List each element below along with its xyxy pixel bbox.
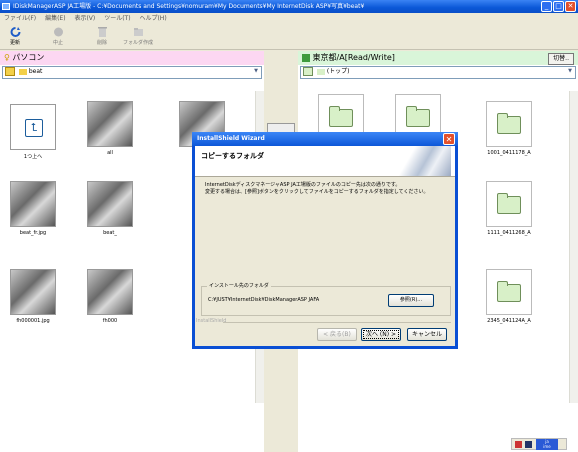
dialog-title: InstallShield Wizard (197, 135, 265, 142)
dialog-close-button[interactable]: ✕ (443, 133, 455, 145)
tray-indicator[interactable]: ja ime (536, 439, 558, 450)
folder-icon (497, 113, 521, 134)
right-folder-item[interactable]: 1001_0411178_A (484, 101, 534, 156)
folder-icon (406, 106, 430, 127)
folder-thumbnail (486, 181, 532, 227)
maximize-button[interactable]: □ (553, 1, 564, 12)
left-path-dropdown[interactable]: beat ▼ (2, 66, 262, 79)
dialog-title-bar: InstallShield Wizard ✕ (192, 132, 458, 146)
photo-thumbnail (87, 181, 133, 227)
folder-icon (329, 106, 353, 127)
destination-group: インストール先のフォルダ C:¥JUST¥InternetDisk¥DiskMa… (201, 282, 451, 316)
photo-thumbnail (10, 181, 56, 227)
right-pane-title: 東京都/A[Read/Write] (312, 53, 395, 62)
next-button[interactable]: 次へ (N) > (361, 328, 401, 341)
new-folder-button[interactable]: フォルダ作成 (118, 26, 158, 46)
dialog-description: InternetDiskディスクマネージャASP JA工場版のファイルのコピー先… (205, 182, 429, 195)
up-folder-icon (5, 67, 15, 76)
stop-icon (53, 27, 63, 37)
right-path-dropdown[interactable]: (トップ) ▼ (300, 66, 576, 79)
server-icon (302, 53, 310, 62)
right-folder-item[interactable]: 2345_041124A_A (484, 269, 534, 324)
footer-divider (223, 322, 451, 323)
language-bar: ja ime (511, 438, 567, 450)
app-icon (2, 3, 10, 10)
switch-button[interactable]: 切替.. (548, 53, 574, 65)
ime-icon[interactable] (515, 441, 522, 448)
toolbar: 更新 中止 削除 フォルダ作成 (0, 24, 578, 50)
destination-group-label: インストール先のフォルダ (207, 282, 271, 289)
menu-edit[interactable]: 編集(E) (45, 15, 65, 22)
left-file-item[interactable]: fh000001.jpg (8, 269, 58, 324)
menu-bar: ファイル(F) 編集(E) 表示(V) ツール(T) ヘルプ(H) (0, 13, 578, 24)
stop-button[interactable]: 中止 (48, 26, 68, 46)
right-folder-item[interactable]: 1111_0411268_A (484, 181, 534, 236)
folder-icon (497, 281, 521, 302)
folder-thumbnail (486, 101, 532, 147)
trash-icon (97, 27, 107, 37)
new-folder-icon (133, 28, 143, 36)
photo-thumbnail (10, 269, 56, 315)
right-pane-header: 東京都/A[Read/Write] 切替.. (298, 51, 578, 65)
computer-icon: ♀ (4, 53, 10, 62)
folder-icon (18, 68, 27, 75)
installshield-dialog: コピーするフォルダ InternetDiskディスクマネージャASP JA工場版… (192, 132, 458, 349)
window-title: IDiskManagerASP JA工場版 - C:¥Documents and… (13, 3, 365, 10)
photo-thumbnail (87, 269, 133, 315)
chevron-down-icon: ▼ (254, 68, 258, 74)
left-pane-title: パソコン (12, 53, 45, 62)
left-file-item[interactable]: fh000 (85, 269, 135, 324)
left-pane-header: ♀ パソコン (0, 51, 264, 65)
menu-file[interactable]: ファイル(F) (4, 15, 36, 22)
destination-path: C:¥JUST¥InternetDisk¥DiskManagerASP JAFA (208, 297, 320, 303)
menu-help[interactable]: ヘルプ(H) (139, 15, 166, 22)
refresh-button[interactable]: 更新 (5, 26, 25, 46)
minimize-button[interactable]: _ (541, 1, 552, 12)
title-bar: IDiskManagerASP JA工場版 - C:¥Documents and… (0, 0, 578, 13)
delete-button[interactable]: 削除 (92, 26, 112, 46)
browse-button[interactable]: 参照(R)... (388, 294, 434, 307)
back-button[interactable]: < 戻る(B) (317, 328, 357, 341)
left-file-item[interactable]: beat_fr.jpg (8, 181, 58, 236)
footer-brand: InstallShield (196, 318, 227, 324)
left-file-item[interactable]: beat_ (85, 181, 135, 236)
keyboard-icon[interactable] (525, 441, 532, 448)
up-thumbnail: ⮤ (10, 104, 56, 150)
left-file-item[interactable]: all (85, 101, 135, 156)
close-button[interactable]: ✕ (565, 1, 576, 12)
folder-icon (316, 68, 325, 75)
folder-icon (497, 193, 521, 214)
menu-tools[interactable]: ツール(T) (104, 15, 130, 22)
folder-thumbnail (486, 269, 532, 315)
refresh-icon (10, 27, 20, 37)
up-folder-icon (303, 67, 313, 76)
dialog-banner-graphic (393, 146, 451, 176)
menu-view[interactable]: 表示(V) (74, 15, 95, 22)
up-arrow-icon: ⮤ (25, 119, 43, 137)
cancel-button[interactable]: キャンセル (407, 328, 447, 341)
chevron-down-icon: ▼ (568, 68, 572, 74)
photo-thumbnail (87, 101, 133, 147)
dialog-header: コピーするフォルダ (195, 146, 455, 177)
dialog-heading: コピーするフォルダ (201, 152, 264, 160)
right-scrollbar[interactable] (569, 91, 578, 403)
left-file-item[interactable]: ⮤ 1つ上へ (8, 104, 58, 160)
